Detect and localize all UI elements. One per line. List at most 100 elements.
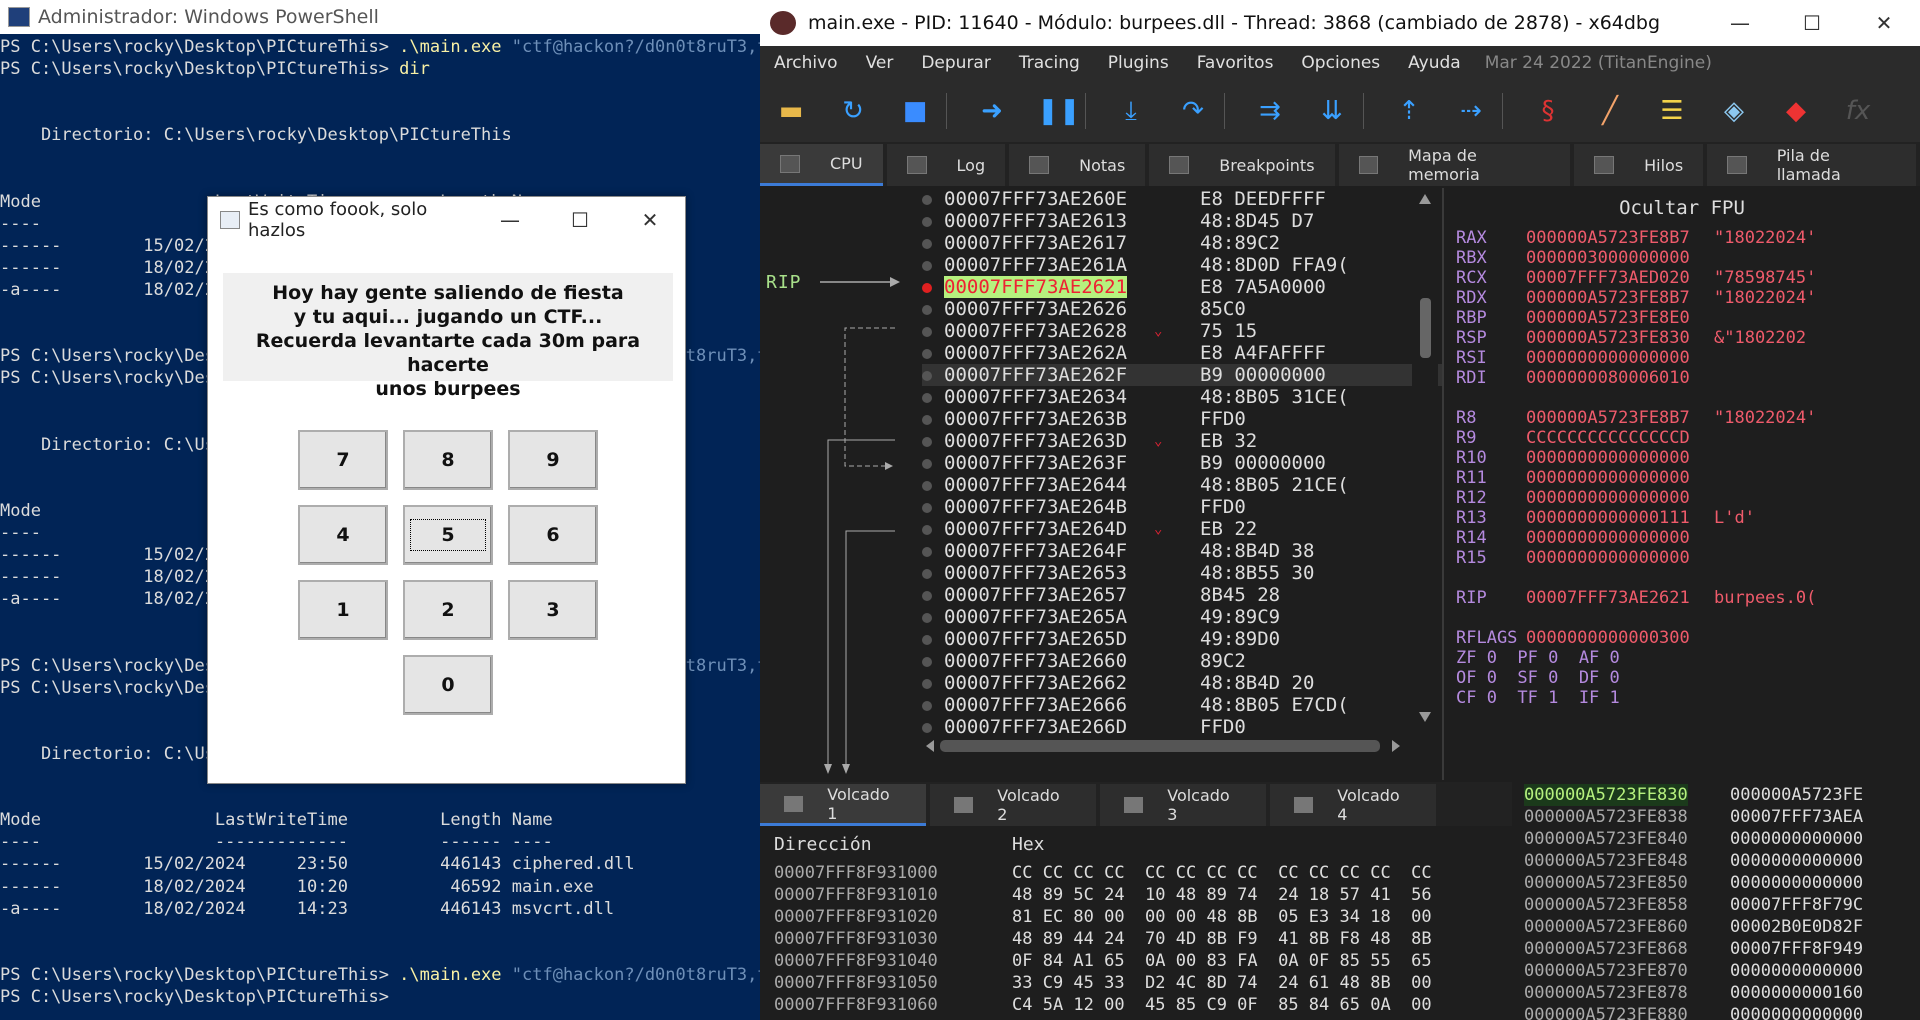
- register-value[interactable]: 0000000000000000: [1526, 448, 1690, 468]
- patch-icon[interactable]: ╱: [1593, 96, 1627, 126]
- breakpoint-dot[interactable]: [922, 657, 932, 667]
- stack-row[interactable]: 000000A5723FE848 0000000000000: [1516, 850, 1920, 872]
- breakpoint-dot[interactable]: [922, 349, 932, 359]
- register-row[interactable]: RSI 0000000000000000: [1444, 348, 1920, 368]
- register-row[interactable]: R15 0000000000000000: [1444, 548, 1920, 568]
- disasm-row[interactable]: 00007FFF73AE264D ⌄ EB 22: [922, 518, 1467, 540]
- key-9-button[interactable]: 9: [508, 430, 598, 490]
- stack-row[interactable]: 000000A5723FE860 00002B0E0D82F: [1516, 916, 1920, 938]
- key-0-button[interactable]: 0: [403, 655, 493, 715]
- tab-notas[interactable]: Notas: [1009, 144, 1146, 186]
- register-row[interactable]: RDI 0000000080006010: [1444, 368, 1920, 388]
- breakpoint-dot[interactable]: [922, 459, 932, 469]
- flags-row[interactable]: OF 0 SF 0 DF 0: [1444, 668, 1920, 688]
- tab-breakpoints[interactable]: Breakpoints: [1149, 144, 1335, 186]
- dump-tab-1[interactable]: Volcado 1: [760, 784, 926, 826]
- stack-panel[interactable]: 000000A5723FE830 000000A5723FE 000000A5723…: [1516, 782, 1920, 1020]
- disasm-row[interactable]: 00007FFF73AE266D FFD0: [922, 716, 1467, 738]
- menu-item-plugins[interactable]: Plugins: [1094, 53, 1183, 73]
- stop-icon[interactable]: ■: [898, 96, 932, 126]
- register-row[interactable]: R11 0000000000000000: [1444, 468, 1920, 488]
- disasm-row[interactable]: 00007FFF73AE263F B9 00000000: [922, 452, 1467, 474]
- breakpoint-dot[interactable]: [922, 437, 932, 447]
- stack-row[interactable]: 000000A5723FE870 0000000000000: [1516, 960, 1920, 982]
- register-row[interactable]: RIP 00007FFF73AE2621 burpees.0(: [1444, 588, 1920, 608]
- breakpoint-dot[interactable]: [922, 503, 932, 513]
- stack-row[interactable]: 000000A5723FE838 00007FFF73AEA: [1516, 806, 1920, 828]
- disasm-row[interactable]: 00007FFF73AE264B FFD0: [922, 496, 1467, 518]
- register-row[interactable]: R14 0000000000000000: [1444, 528, 1920, 548]
- tab-log[interactable]: Log: [886, 144, 1006, 186]
- dump-tab-2[interactable]: Volcado 2: [930, 784, 1096, 826]
- menu-item-depurar[interactable]: Depurar: [907, 53, 1005, 73]
- menu-item-archivo[interactable]: Archivo: [760, 53, 852, 73]
- disasm-row[interactable]: 00007FFF73AE262F B9 00000000: [922, 364, 1467, 386]
- key-8-button[interactable]: 8: [403, 430, 493, 490]
- register-row[interactable]: RSP 000000A5723FE830 &"1802202: [1444, 328, 1920, 348]
- disasm-row[interactable]: 00007FFF73AE263D ⌄ EB 32: [922, 430, 1467, 452]
- stack-row[interactable]: 000000A5723FE880 0000000000000: [1516, 1004, 1920, 1020]
- pause-icon[interactable]: ❚❚: [1037, 96, 1081, 126]
- dump-row[interactable]: 00007FFF8F931020 81 EC 80 00 00 00 48 8B …: [760, 906, 1512, 928]
- label-icon[interactable]: ◈: [1717, 96, 1751, 126]
- breakpoint-dot[interactable]: [922, 481, 932, 491]
- register-row[interactable]: RBP 000000A5723FE8E0: [1444, 308, 1920, 328]
- register-value[interactable]: 000000A5723FE8B7: [1526, 228, 1690, 248]
- trace-over-icon[interactable]: ⇊: [1315, 96, 1349, 126]
- register-row[interactable]: RFLAGS 0000000000000300: [1444, 628, 1920, 648]
- disasm-row[interactable]: 00007FFF73AE263B FFD0: [922, 408, 1467, 430]
- register-row[interactable]: R8 000000A5723FE8B7 "18022024': [1444, 408, 1920, 428]
- disassembly-panel[interactable]: RIP 00007FFF73AE260E E8 DEEDFFFF 00007FFF7…: [760, 188, 1467, 780]
- register-row[interactable]: R10 0000000000000000: [1444, 448, 1920, 468]
- key-7-button[interactable]: 7: [298, 430, 388, 490]
- key-6-button[interactable]: 6: [508, 505, 598, 565]
- register-row[interactable]: [1444, 388, 1920, 408]
- breakpoint-dot[interactable]: [922, 305, 932, 315]
- disasm-row[interactable]: 00007FFF73AE261A 48:8D0D FFA9(: [922, 254, 1467, 276]
- disassembly-rows[interactable]: 00007FFF73AE260E E8 DEEDFFFF 00007FFF73AE2…: [922, 188, 1467, 738]
- dialog-maximize-button[interactable]: ☐: [545, 208, 615, 232]
- dialog-titlebar[interactable]: Es como foook, solo hazlos — ☐ ✕: [208, 197, 685, 243]
- register-value[interactable]: 00007FFF73AED020: [1526, 268, 1690, 288]
- register-row[interactable]: RAX 000000A5723FE8B7 "18022024': [1444, 228, 1920, 248]
- register-rows[interactable]: RAX 000000A5723FE8B7 "18022024' RBX 00000030…: [1444, 228, 1920, 648]
- menu-item-opciones[interactable]: Opciones: [1287, 53, 1394, 73]
- maximize-button[interactable]: ☐: [1776, 11, 1848, 35]
- key-3-button[interactable]: 3: [508, 580, 598, 640]
- register-value[interactable]: 000000A5723FE8E0: [1526, 308, 1690, 328]
- disasm-row[interactable]: 00007FFF73AE2662 48:8B4D 20: [922, 672, 1467, 694]
- disasm-row[interactable]: 00007FFF73AE2621 E8 7A5A0000: [922, 276, 1467, 298]
- register-value[interactable]: 0000000000000300: [1526, 628, 1690, 648]
- disasm-row[interactable]: 00007FFF73AE2634 48:8B05 31CE(: [922, 386, 1467, 408]
- tab-pila-de-llamada[interactable]: Pila de llamada: [1707, 144, 1916, 186]
- stack-row[interactable]: 000000A5723FE858 00007FFF8F79C: [1516, 894, 1920, 916]
- disasm-row[interactable]: 00007FFF73AE262A E8 A4FAFFFF: [922, 342, 1467, 364]
- register-row[interactable]: [1444, 568, 1920, 588]
- dump-rows[interactable]: 00007FFF8F931000 CC CC CC CC CC CC CC CC …: [760, 862, 1512, 1016]
- register-value[interactable]: CCCCCCCCCCCCCCCD: [1526, 428, 1690, 448]
- register-row[interactable]: R9 CCCCCCCCCCCCCCCD: [1444, 428, 1920, 448]
- disasm-horizontal-scrollbar[interactable]: [922, 736, 1412, 756]
- flags-row[interactable]: CF 0 TF 1 IF 1: [1444, 688, 1920, 708]
- stack-row[interactable]: 000000A5723FE850 0000000000000: [1516, 872, 1920, 894]
- dump-row[interactable]: 00007FFF8F931040 0F 84 A1 65 0A 00 83 FA …: [760, 950, 1512, 972]
- breakpoint-dot[interactable]: [922, 283, 932, 293]
- register-value[interactable]: 00007FFF73AE2621: [1526, 588, 1690, 608]
- powershell-titlebar[interactable]: Administrador: Windows PowerShell: [0, 0, 760, 34]
- breakpoint-dot[interactable]: [922, 591, 932, 601]
- breakpoint-dot[interactable]: [922, 569, 932, 579]
- dump-row[interactable]: 00007FFF8F931010 48 89 5C 24 10 48 89 74 …: [760, 884, 1512, 906]
- disasm-row[interactable]: 00007FFF73AE265D 49:89D0: [922, 628, 1467, 650]
- register-row[interactable]: R13 0000000000000111 L'd': [1444, 508, 1920, 528]
- register-value[interactable]: 000000A5723FE8B7: [1526, 288, 1690, 308]
- breakpoint-dot[interactable]: [922, 525, 932, 535]
- breakpoint-dot[interactable]: [922, 679, 932, 689]
- tab-mapa-de-memoria[interactable]: Mapa de memoria: [1338, 144, 1571, 186]
- x64dbg-window[interactable]: main.exe - PID: 11640 - Módulo: burpees.…: [760, 0, 1920, 1020]
- breakpoint-dot[interactable]: [922, 547, 932, 557]
- register-value[interactable]: 0000000000000000: [1526, 348, 1690, 368]
- breakpoint-dot[interactable]: [922, 613, 932, 623]
- tab-hilos[interactable]: Hilos: [1574, 144, 1704, 186]
- scylla-icon[interactable]: §: [1531, 96, 1565, 126]
- stack-row[interactable]: 000000A5723FE830 000000A5723FE: [1516, 784, 1920, 806]
